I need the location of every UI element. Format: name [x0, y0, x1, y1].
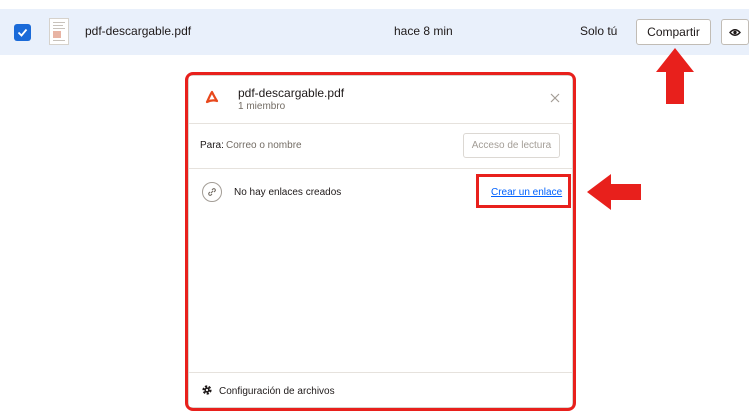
no-links-text: No hay enlaces creados [234, 187, 342, 198]
file-checkbox[interactable] [14, 24, 31, 41]
recipient-input[interactable]: Correo o nombre [226, 140, 302, 151]
arrow-up-icon [656, 48, 694, 104]
link-icon [208, 188, 216, 196]
share-panel: pdf-descargable.pdf 1 miembro Para: Corr… [188, 75, 573, 408]
to-label: Para: [200, 140, 224, 151]
link-icon-badge [202, 182, 222, 202]
pdf-thumbnail [49, 18, 69, 45]
modified-time: hace 8 min [394, 24, 453, 38]
share-panel-header: pdf-descargable.pdf 1 miembro [189, 76, 572, 124]
check-icon [17, 28, 28, 37]
share-button[interactable]: Compartir [636, 19, 711, 45]
link-row: No hay enlaces creados Crear un enlace [189, 169, 572, 219]
members-label: Solo tú [580, 24, 618, 38]
pdf-icon [205, 90, 219, 104]
create-link[interactable]: Crear un enlace [491, 187, 562, 198]
share-panel-footer: Configuración de archivos [189, 372, 572, 408]
share-panel-title: pdf-descargable.pdf [238, 86, 345, 100]
share-panel-subtitle: 1 miembro [238, 101, 286, 112]
gear-icon[interactable] [201, 384, 213, 396]
file-row[interactable]: pdf-descargable.pdf hace 8 min Solo tú C… [0, 9, 749, 55]
eye-icon [729, 29, 741, 36]
access-level-button[interactable]: Acceso de lectura [463, 133, 560, 158]
close-icon[interactable] [549, 92, 561, 104]
file-name[interactable]: pdf-descargable.pdf [85, 24, 191, 38]
preview-button[interactable] [721, 19, 749, 45]
recipient-row: Para: Correo o nombre Acceso de lectura [189, 124, 572, 169]
arrow-left-icon [587, 174, 641, 210]
file-settings-link[interactable]: Configuración de archivos [219, 386, 335, 397]
